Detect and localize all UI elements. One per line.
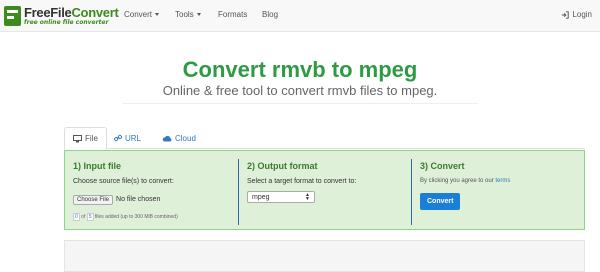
tab-file-label: File [85,134,98,143]
monitor-icon [73,134,82,142]
nav-item-convert[interactable]: Convert [124,10,160,19]
page-title: Convert rmvb to mpeg [182,57,418,82]
terms-link[interactable]: terms [495,178,510,184]
input-file-instruction: Choose source file(s) to convert: [73,178,174,185]
choose-file-button[interactable]: Choose File [73,194,114,205]
brand-tagline: free online file converter [24,19,109,26]
tab-url[interactable]: URL [106,127,149,149]
file-count-line: 0 of 5 files added (up to 300 MiB combin… [73,213,230,221]
output-format-heading: 2) Output format [247,161,318,171]
convert-section: 3) Convert By clicking you agree to our … [412,151,584,231]
nav-item-formats[interactable]: Formats [218,10,247,19]
caret-down-icon [196,13,201,17]
terms-note: By clicking you agree to our terms [420,178,576,184]
lower-content-area [64,240,585,272]
input-file-section: 1) Input file Choose source file(s) to c… [65,151,238,231]
nav-item-convert-label: Convert [124,10,153,19]
login-link[interactable]: Login [561,10,592,19]
brand-logo[interactable]: FreeFileConvert free online file convert… [4,4,119,28]
link-icon [114,134,122,142]
selected-format: mpeg [252,193,270,201]
file-picker: Choose File No file chosen [73,191,230,209]
files-limit-note: files added (up to 300 MiB combined) [94,214,178,220]
login-label: Login [572,10,592,19]
nav-item-blog[interactable]: Blog [262,10,278,19]
hero-divider [122,103,478,104]
nav-item-tools[interactable]: Tools [175,10,201,19]
top-navbar: FreeFileConvert free online file convert… [0,0,600,32]
brand-name-part-1: FreeFile [24,5,72,20]
nav-item-blog-label: Blog [262,10,279,19]
tab-cloud-label: Cloud [175,133,196,143]
page-subtitle: Online & free tool to convert rmvb files… [162,83,438,98]
brand-name-part-2: Convert [71,5,119,20]
cloud-icon [162,135,172,141]
nav-item-tools-label: Tools [175,10,194,19]
source-tabs: File URL Cloud [64,127,585,150]
count-of-text: of [81,214,86,220]
select-arrows-icon: ▲ ▼ [305,192,310,202]
tab-file[interactable]: File [64,127,107,150]
files-max-count: 5 [86,213,94,221]
tab-url-label: URL [125,133,142,143]
tab-cloud[interactable]: Cloud [154,127,204,149]
login-icon [562,10,570,19]
brand-text: FreeFileConvert free online file convert… [24,6,119,26]
caret-down-icon [155,13,160,17]
logo-icon [4,6,21,26]
terms-note-text: By clicking you agree to our [420,178,494,184]
output-format-select[interactable]: mpeg ▲ ▼ [247,191,315,203]
convert-button[interactable]: Convert [420,193,461,210]
output-format-section: 2) Output format Select a target format … [239,151,411,231]
conversion-panel: 1) Input file Choose source file(s) to c… [64,150,585,230]
nav-item-formats-label: Formats [218,10,248,19]
files-added-count: 0 [73,213,80,221]
no-file-chosen-text: No file chosen [116,196,161,204]
brand-name: FreeFileConvert [24,6,119,19]
output-format-instruction: Select a target format to convert to: [247,178,357,185]
input-file-heading: 1) Input file [73,161,121,171]
convert-heading: 3) Convert [420,161,465,171]
